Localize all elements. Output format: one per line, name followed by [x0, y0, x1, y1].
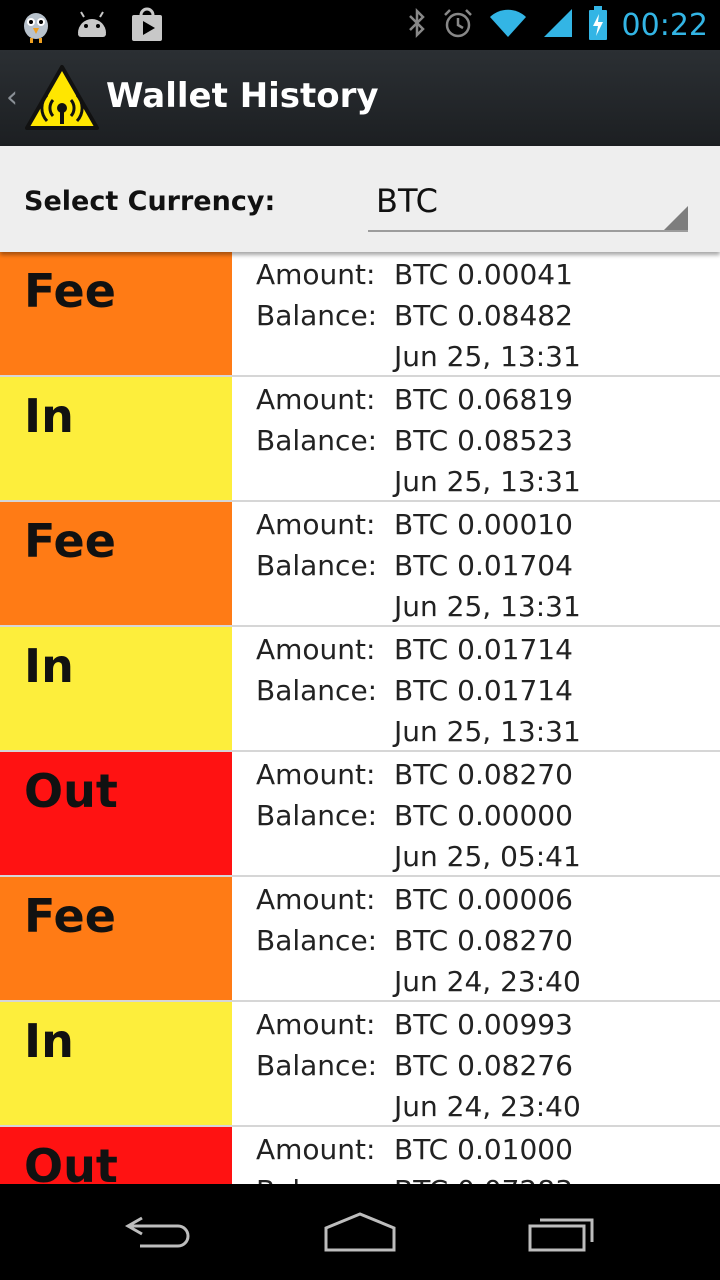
- balance-label: Balance:: [256, 549, 378, 582]
- play-store-icon: [130, 7, 164, 47]
- amount-value: BTC 0.01714: [394, 633, 573, 666]
- alarm-icon: [442, 7, 474, 43]
- transaction-type-cell: Fee: [0, 877, 232, 1000]
- balance-label: Balance:: [256, 299, 378, 332]
- amount-value: BTC 0.00010: [394, 508, 573, 541]
- balance-value: BTC 0.07283: [394, 1174, 573, 1184]
- transaction-row[interactable]: Fee Amount: BTC 0.00041 Balance: BTC 0.0…: [0, 252, 720, 377]
- balance-value: BTC 0.01704: [394, 549, 573, 582]
- amount-value: BTC 0.00993: [394, 1008, 573, 1041]
- transaction-type-cell: In: [0, 1002, 232, 1125]
- amount-label: Amount:: [256, 883, 376, 916]
- transaction-time: Jun 25, 13:31: [394, 340, 581, 373]
- bluetooth-icon: [406, 7, 428, 43]
- wifi-icon: [488, 7, 528, 43]
- android-debug-icon: [74, 7, 110, 47]
- app-logo-icon[interactable]: [24, 64, 100, 132]
- transaction-type: Fee: [24, 889, 116, 943]
- currency-selector-bar: Select Currency: BTC: [0, 146, 720, 252]
- amount-value: BTC 0.01000: [394, 1133, 573, 1166]
- transaction-type-cell: Out: [0, 1127, 232, 1184]
- balance-label: Balance:: [256, 799, 378, 832]
- transaction-type: In: [24, 389, 74, 443]
- amount-label: Amount:: [256, 633, 376, 666]
- transaction-list[interactable]: Fee Amount: BTC 0.00041 Balance: BTC 0.0…: [0, 252, 720, 1184]
- transaction-row[interactable]: In Amount: BTC 0.06819 Balance: BTC 0.08…: [0, 377, 720, 502]
- recent-apps-icon[interactable]: [522, 1204, 602, 1260]
- battery-charging-icon: [588, 6, 608, 44]
- transaction-type: Out: [24, 764, 118, 818]
- transaction-type-cell: Fee: [0, 502, 232, 625]
- notification-icons: [18, 6, 164, 48]
- system-indicators: 00:22: [406, 0, 708, 50]
- back-icon[interactable]: [120, 1204, 200, 1260]
- balance-label: Balance:: [256, 1049, 378, 1082]
- amount-value: BTC 0.00041: [394, 258, 573, 291]
- transaction-type-cell: Fee: [0, 252, 232, 375]
- balance-label: Balance:: [256, 674, 378, 707]
- balance-value: BTC 0.08276: [394, 1049, 573, 1082]
- page-title: Wallet History: [106, 76, 379, 116]
- transaction-type: In: [24, 1014, 74, 1068]
- transaction-row[interactable]: Out Amount: BTC 0.01000 Balance: BTC 0.0…: [0, 1127, 720, 1184]
- dropdown-triangle-icon: [664, 206, 688, 230]
- balance-label: Balance:: [256, 924, 378, 957]
- transaction-time: Jun 25, 13:31: [394, 465, 581, 498]
- transaction-type: In: [24, 639, 74, 693]
- transaction-row[interactable]: In Amount: BTC 0.00993 Balance: BTC 0.08…: [0, 1002, 720, 1127]
- clock: 00:22: [621, 7, 708, 43]
- transaction-type-cell: Out: [0, 752, 232, 875]
- transaction-row[interactable]: Fee Amount: BTC 0.00010 Balance: BTC 0.0…: [0, 502, 720, 627]
- transaction-time: Jun 25, 13:31: [394, 590, 581, 623]
- status-bar: 00:22: [0, 0, 720, 50]
- navigation-bar: [0, 1184, 720, 1280]
- currency-label: Select Currency:: [24, 186, 276, 217]
- balance-value: BTC 0.01714: [394, 674, 573, 707]
- amount-label: Amount:: [256, 383, 376, 416]
- signal-icon: [542, 7, 574, 43]
- amount-value: BTC 0.06819: [394, 383, 573, 416]
- transaction-time: Jun 24, 23:40: [394, 1090, 581, 1123]
- transaction-type: Fee: [24, 514, 116, 568]
- transaction-time: Jun 25, 05:41: [394, 840, 581, 873]
- transaction-type-cell: In: [0, 627, 232, 750]
- balance-value: BTC 0.00000: [394, 799, 573, 832]
- balance-label: Balance:: [256, 424, 378, 457]
- balance-value: BTC 0.08482: [394, 299, 573, 332]
- balance-value: BTC 0.08270: [394, 924, 573, 957]
- amount-value: BTC 0.08270: [394, 758, 573, 791]
- amount-label: Amount:: [256, 508, 376, 541]
- transaction-row[interactable]: Out Amount: BTC 0.08270 Balance: BTC 0.0…: [0, 752, 720, 877]
- home-icon[interactable]: [320, 1204, 400, 1260]
- up-caret-icon[interactable]: ‹: [6, 80, 18, 115]
- amount-value: BTC 0.00006: [394, 883, 573, 916]
- currency-spinner-value: BTC: [376, 182, 438, 220]
- action-bar: ‹ Wallet History: [0, 50, 720, 146]
- transaction-time: Jun 24, 23:40: [394, 965, 581, 998]
- transaction-type: Out: [24, 1139, 118, 1184]
- transaction-time: Jun 25, 13:31: [394, 715, 581, 748]
- transaction-row[interactable]: Fee Amount: BTC 0.00006 Balance: BTC 0.0…: [0, 877, 720, 1002]
- transaction-row[interactable]: In Amount: BTC 0.01714 Balance: BTC 0.01…: [0, 627, 720, 752]
- transaction-type: Fee: [24, 264, 116, 318]
- balance-label: Balance:: [256, 1174, 377, 1184]
- amount-label: Amount:: [256, 758, 376, 791]
- currency-spinner[interactable]: BTC: [368, 172, 688, 232]
- amount-label: Amount:: [256, 258, 376, 291]
- amount-label: Amount:: [256, 1133, 376, 1166]
- transaction-type-cell: In: [0, 377, 232, 500]
- balance-value: BTC 0.08523: [394, 424, 573, 457]
- bird-app-icon: [18, 6, 54, 48]
- amount-label: Amount:: [256, 1008, 376, 1041]
